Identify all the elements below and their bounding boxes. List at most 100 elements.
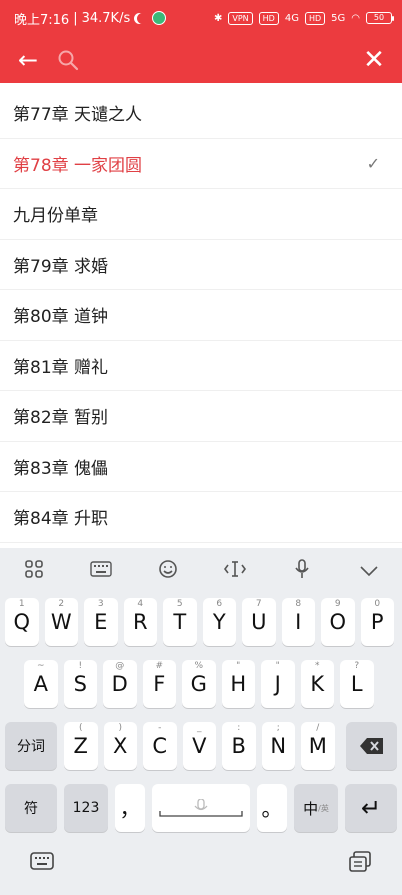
collapse-icon[interactable] <box>349 561 389 582</box>
key-label: A <box>33 672 48 696</box>
chapter-title: 第79章 求婚 <box>13 256 109 277</box>
search-button[interactable] <box>56 48 96 72</box>
close-icon: ✕ <box>363 44 385 75</box>
key-g[interactable]: % G <box>182 660 216 708</box>
key-f[interactable]: # F <box>142 660 176 708</box>
key-hint: @ <box>115 661 125 671</box>
key-w[interactable]: 2W <box>44 598 78 646</box>
key-q[interactable]: 1Q <box>5 598 39 646</box>
keyboard-icon[interactable] <box>81 560 121 582</box>
key-label: M <box>308 734 327 758</box>
chapter-title: 第82章 暂别 <box>13 408 109 429</box>
backspace-icon <box>359 738 383 754</box>
mic-icon[interactable] <box>282 558 322 584</box>
key-d[interactable]: @ D <box>103 660 137 708</box>
key-t[interactable]: 5T <box>163 598 197 646</box>
key-h[interactable]: " H <box>221 660 255 708</box>
comma-key[interactable]: ， <box>115 784 145 832</box>
chapter-item[interactable]: 第81章 赠礼 <box>0 341 402 391</box>
grid-icon[interactable] <box>14 559 54 584</box>
check-icon: ✓ <box>366 153 380 173</box>
vpn-badge: VPN <box>228 11 253 25</box>
close-button[interactable]: ✕ <box>346 36 402 83</box>
key-x[interactable]: ) X <box>103 722 137 770</box>
chapter-item[interactable]: 第82章 暂别 <box>0 391 402 442</box>
key-hint: ? <box>354 661 360 671</box>
key-label: I <box>295 610 302 634</box>
key-row-4: 符 123 ， 。 中/英 ↵ <box>0 784 402 834</box>
key-j[interactable]: " J <box>261 660 295 708</box>
enter-key[interactable]: ↵ <box>345 784 397 832</box>
chapter-item[interactable]: 第84章 升职 <box>0 492 402 543</box>
key-e[interactable]: 3E <box>84 598 118 646</box>
period-key[interactable]: 。 <box>257 784 287 832</box>
chapter-item[interactable]: 第77章 天谴之人 <box>0 88 402 139</box>
key-hint: 6 <box>216 599 223 609</box>
chapter-title: 第83章 傀儡 <box>13 458 109 479</box>
status-time: 晚上7:16 <box>14 12 70 28</box>
key-label: L <box>350 672 363 696</box>
key-label: O <box>329 610 347 634</box>
key-y[interactable]: 6Y <box>202 598 236 646</box>
chapter-title: 第81章 赠礼 <box>13 357 109 378</box>
chapter-title: 第77章 天谴之人 <box>13 105 143 126</box>
key-hint: 9 <box>334 599 341 609</box>
key-label: G <box>190 672 207 696</box>
key-hint: 0 <box>374 599 381 609</box>
number-key[interactable]: 123 <box>64 784 108 832</box>
chapter-item[interactable]: 第83章 傀儡 <box>0 442 402 492</box>
chapter-item[interactable]: 第79章 求婚 <box>0 240 402 290</box>
key-k[interactable]: * K <box>300 660 334 708</box>
key-i[interactable]: 8I <box>281 598 315 646</box>
key-o[interactable]: 9O <box>321 598 355 646</box>
key-c[interactable]: -C <box>143 722 177 770</box>
clipboard-icon[interactable] <box>348 851 372 877</box>
key-hint: % <box>194 661 204 671</box>
battery-icon: 50 <box>366 12 394 24</box>
keyboard-bottom-bar <box>0 845 402 895</box>
key-hint: ) <box>118 723 122 733</box>
space-key[interactable] <box>152 784 250 832</box>
key-label: P <box>370 610 384 634</box>
key-n[interactable]: ; N <box>261 722 295 770</box>
switch-keyboard-icon[interactable] <box>30 852 54 874</box>
key-r[interactable]: 4R <box>123 598 157 646</box>
back-button[interactable]: ← <box>0 36 56 83</box>
key-s[interactable]: ! S <box>63 660 97 708</box>
language-key[interactable]: 中/英 <box>294 784 338 832</box>
key-label: V <box>192 734 207 758</box>
symbol-key[interactable]: 符 <box>5 784 57 832</box>
key-hint: 4 <box>137 599 144 609</box>
key-a[interactable]: ~ A <box>24 660 58 708</box>
key-label: T <box>173 610 187 634</box>
status-bar: 晚上7:16 | 34.7K/s ✱ VPN HD 4G HD 5G ◠ 50 <box>0 0 402 36</box>
chapter-item[interactable]: 九月份单章 <box>0 189 402 240</box>
key-label: X <box>113 734 128 758</box>
key-z[interactable]: (Z <box>64 722 98 770</box>
network-2: 5G <box>331 12 346 24</box>
key-label: D <box>111 672 128 696</box>
key-row-1: 1Q2W3E4R5T6Y7U8I9O0P <box>0 598 402 648</box>
chapter-item[interactable]: 第80章 道钟 <box>0 290 402 341</box>
segment-key[interactable]: 分词 <box>5 722 57 770</box>
key-l[interactable]: ? L <box>340 660 374 708</box>
key-label: K <box>310 672 325 696</box>
en-label: /英 <box>318 803 329 813</box>
cursor-icon[interactable] <box>215 559 255 584</box>
key-label: J <box>274 672 281 696</box>
key-b[interactable]: :B <box>222 722 256 770</box>
key-p[interactable]: 0P <box>360 598 394 646</box>
key-hint: 8 <box>295 599 302 609</box>
chapter-item[interactable]: 第78章 一家团圆 ✓ <box>0 139 402 189</box>
backspace-key[interactable] <box>346 722 397 770</box>
key-hint: 3 <box>97 599 104 609</box>
chapter-list: 第77章 天谴之人 第78章 一家团圆 ✓ 九月份单章 第79章 求婚 第80章 道钟 第8… <box>0 88 402 543</box>
emoji-icon[interactable] <box>148 559 188 584</box>
bluetooth-icon: ✱ <box>213 12 223 24</box>
space-mic-icon <box>159 799 243 817</box>
key-u[interactable]: 7U <box>242 598 276 646</box>
key-hint: _ <box>197 723 202 733</box>
key-m[interactable]: / M <box>301 722 335 770</box>
key-v[interactable]: _ V <box>182 722 216 770</box>
key-hint: " <box>275 661 280 671</box>
